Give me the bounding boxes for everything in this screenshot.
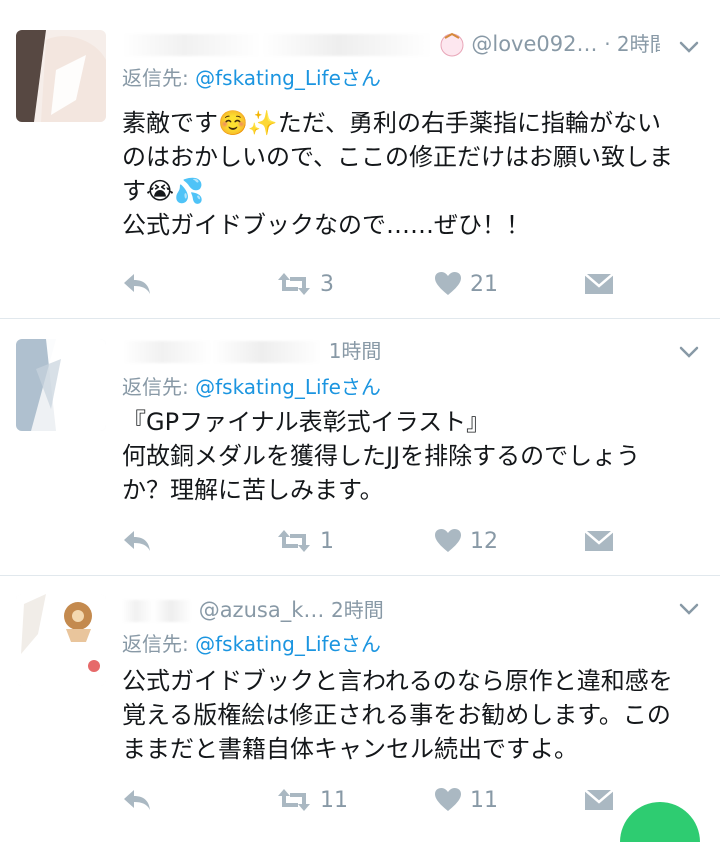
tweet-text-line: 公式ガイドブックと言われるのなら原作と違和感を	[122, 667, 673, 695]
retweet-icon	[278, 789, 310, 811]
timestamp[interactable]: 1時間	[329, 339, 382, 363]
chevron-down-icon[interactable]	[678, 598, 700, 620]
timestamp[interactable]: 2時間	[331, 598, 384, 622]
like-count: 12	[470, 528, 498, 554]
reply-to: 返信先: @fskating_Lifeさん	[122, 628, 381, 657]
chevron-down-icon[interactable]	[678, 341, 700, 363]
reply-to: 返信先: @fskating_Lifeさん	[122, 371, 381, 400]
retweet-icon	[278, 530, 310, 552]
tweet-text: 『GPファイナル表彰式イラスト』 何故銅メダルを獲得したJJを排除するのでしょう…	[122, 405, 702, 507]
tweet-text-line: のはおかしいので、ここの修正だけはお願い致しま	[122, 143, 674, 171]
heart-icon	[435, 788, 461, 811]
tweet-text-line: 覚える版権絵は修正される事をお勧めします。この	[122, 701, 671, 729]
like-button[interactable]: 12	[434, 523, 498, 559]
reply-icon	[124, 531, 150, 551]
direct-message-icon	[584, 789, 614, 810]
heart-icon	[435, 272, 461, 295]
tweet-actions: 1 12	[122, 523, 622, 559]
direct-message-button[interactable]	[584, 782, 614, 818]
reply-mention-link[interactable]: @fskating_Life	[195, 375, 341, 399]
timestamp[interactable]: · 2時間	[604, 32, 660, 56]
display-name-redacted[interactable]	[122, 34, 432, 56]
like-button[interactable]: 21	[434, 266, 498, 302]
tweet-text: 素敵です☺️✨ただ、勇利の右手薬指に指輪がない のはおかしいので、ここの修正だけ…	[122, 106, 702, 242]
tweet-actions: 3 21	[122, 266, 622, 302]
badge-icon	[439, 32, 465, 58]
direct-message-icon	[584, 530, 614, 551]
reply-mention-link[interactable]: @fskating_Life	[195, 66, 341, 90]
tweet-header: @azusa_k… 2時間	[122, 594, 660, 628]
tweet-text-line: 公式ガイドブックなので……ぜひ！！	[122, 211, 530, 239]
reply-button[interactable]	[122, 266, 152, 302]
compose-fab-partial[interactable]	[620, 802, 700, 842]
reply-prefix: 返信先:	[122, 375, 196, 399]
retweet-button[interactable]: 3	[276, 266, 334, 302]
reply-mention-link[interactable]: @fskating_Life	[195, 632, 341, 656]
tweet-actions: 11 11	[122, 782, 622, 818]
retweet-button[interactable]: 1	[276, 523, 334, 559]
direct-message-icon	[584, 273, 614, 294]
tweet-text: 公式ガイドブックと言われるのなら原作と違和感を 覚える版権絵は修正される事をお勧…	[122, 664, 702, 766]
avatar[interactable]	[16, 30, 106, 122]
retweet-icon	[278, 273, 310, 295]
tweet[interactable]: 1時間 返信先: @fskating_Lifeさん 『GPファイナル表彰式イラス…	[0, 319, 720, 575]
direct-message-button[interactable]	[584, 266, 614, 302]
direct-message-button[interactable]	[584, 523, 614, 559]
reply-icon	[124, 790, 150, 810]
retweet-count: 1	[320, 528, 334, 554]
user-handle[interactable]: @love092…	[471, 32, 597, 56]
avatar[interactable]	[16, 594, 106, 686]
reply-suffix: さん	[340, 375, 381, 399]
reply-icon	[124, 274, 150, 294]
reply-prefix: 返信先:	[122, 66, 196, 90]
tweet-text-line: す😭💦	[122, 177, 204, 205]
avatar[interactable]	[16, 339, 106, 431]
user-handle[interactable]: @azusa_k…	[199, 598, 325, 622]
like-count: 21	[470, 271, 498, 297]
like-count: 11	[470, 787, 498, 813]
chevron-down-icon[interactable]	[678, 36, 700, 58]
reply-button[interactable]	[122, 523, 152, 559]
display-name-redacted[interactable]	[122, 600, 192, 622]
tweet-text-line: 『GPファイナル表彰式イラスト』	[122, 408, 491, 436]
tweet[interactable]: @love092… · 2時間 返信先: @fskating_Lifeさん 素敵…	[0, 0, 720, 318]
tweet-text-line: 素敵です☺️✨ただ、勇利の右手薬指に指輪がない	[122, 109, 662, 137]
reply-suffix: さん	[340, 66, 381, 90]
heart-icon	[435, 529, 461, 552]
retweet-button[interactable]: 11	[276, 782, 348, 818]
tweet-header: @love092… · 2時間	[122, 28, 660, 62]
tweet[interactable]: @azusa_k… 2時間 返信先: @fskating_Lifeさん 公式ガイ…	[0, 576, 720, 842]
display-name-redacted[interactable]	[122, 341, 322, 363]
reply-prefix: 返信先:	[122, 632, 196, 656]
tweet-text-line: 何故銅メダルを獲得したJJを排除するのでしょう	[122, 442, 641, 470]
retweet-count: 3	[320, 271, 334, 297]
reply-suffix: さん	[340, 632, 381, 656]
tweet-header: 1時間	[122, 335, 660, 369]
tweet-text-line: か？理解に苦しみます。	[122, 476, 384, 504]
tweet-text-line: ままだと書籍自体キャンセル続出ですよ。	[122, 735, 578, 763]
reply-button[interactable]	[122, 782, 152, 818]
reply-to: 返信先: @fskating_Lifeさん	[122, 62, 381, 91]
like-button[interactable]: 11	[434, 782, 498, 818]
retweet-count: 11	[320, 787, 348, 813]
